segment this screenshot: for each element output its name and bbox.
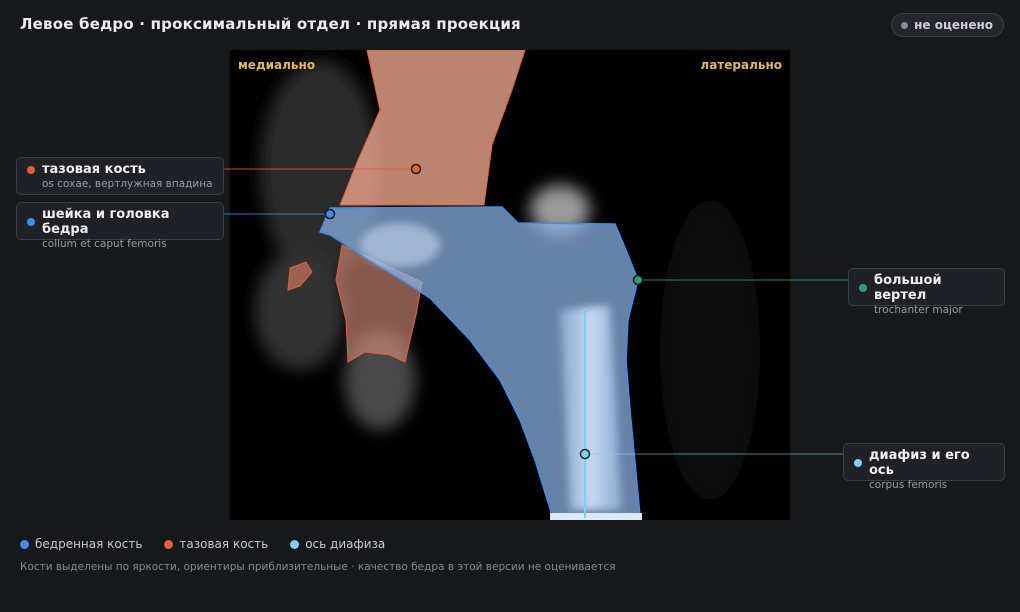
- callout-pelvis-sublabel: os coxae, вертлужная впадина: [42, 178, 213, 190]
- legend: бедренная кость тазовая кость ось диафиз…: [20, 537, 385, 551]
- xray-image: [255, 50, 760, 520]
- legend-item-femur: бедренная кость: [20, 537, 142, 551]
- callout-shaft-label: диафиз и его ось: [869, 448, 970, 478]
- axis-legend-dot-icon: [290, 539, 300, 549]
- orientation-medial: медиально: [238, 58, 316, 72]
- footnote: Кости выделены по яркости, ориентиры при…: [20, 561, 616, 573]
- callout-pelvis-label: тазовая кость: [42, 162, 146, 177]
- neck-dot-icon: [27, 218, 35, 226]
- legend-item-axis: ось диафиза: [290, 537, 385, 551]
- callout-neck[interactable]: шейка и головка бедра collum et caput fe…: [16, 202, 224, 250]
- status-badge: не оценено: [891, 13, 1004, 37]
- status-dot-icon: [901, 21, 909, 29]
- status-label: не оценено: [914, 18, 993, 32]
- page-title: Левое бедро · проксимальный отдел · прям…: [20, 15, 521, 33]
- legend-label-axis: ось диафиза: [305, 537, 386, 551]
- callout-pelvis[interactable]: тазовая кость os coxae, вертлужная впади…: [16, 157, 224, 195]
- legend-label-femur: бедренная кость: [35, 537, 143, 551]
- callout-trochanter-label: большой вертел: [874, 273, 942, 303]
- legend-item-pelvis: тазовая кость: [164, 537, 268, 551]
- pelvis-dot-icon: [27, 165, 35, 174]
- callout-neck-sublabel: collum et caput femoris: [42, 238, 167, 250]
- callout-trochanter[interactable]: большой вертел trochanter major: [848, 268, 1005, 316]
- callout-neck-label: шейка и головка бедра: [42, 207, 170, 237]
- pelvis-legend-dot-icon: [164, 539, 174, 549]
- callout-shaft[interactable]: диафиз и его ось corpus femoris: [843, 443, 1005, 491]
- trochanter-dot-icon: [859, 284, 867, 292]
- xray-viewer[interactable]: медиально латерально: [230, 50, 790, 520]
- callout-trochanter-sublabel: trochanter major: [874, 304, 963, 316]
- legend-label-pelvis: тазовая кость: [179, 537, 269, 551]
- shaft-dot-icon: [854, 459, 862, 467]
- callout-shaft-sublabel: corpus femoris: [869, 479, 948, 491]
- femur-legend-dot-icon: [20, 539, 29, 549]
- orientation-lateral: латерально: [700, 58, 782, 72]
